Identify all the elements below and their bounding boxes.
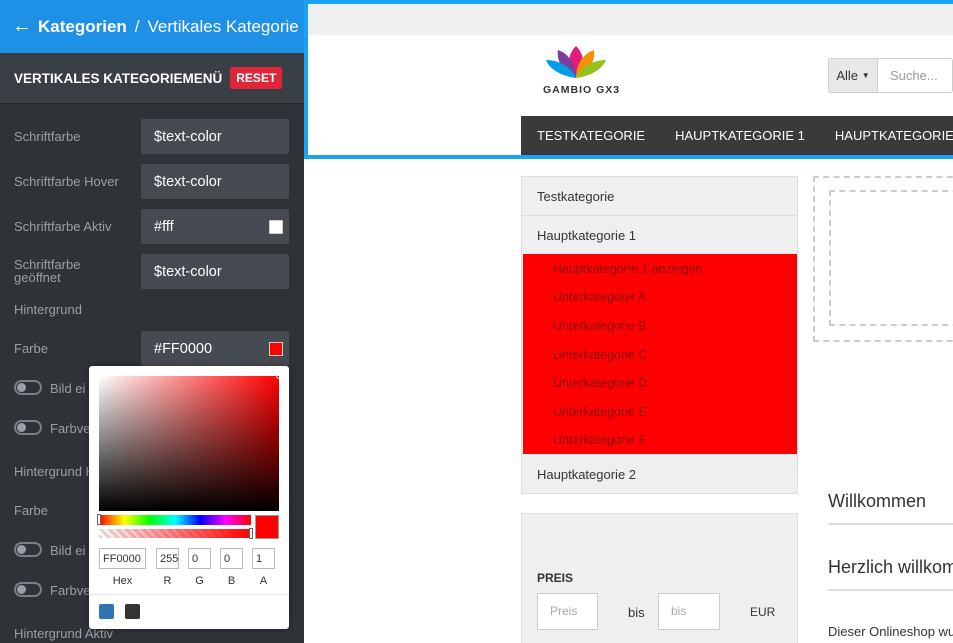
font-color-active-label: Schriftfarbe Aktiv	[14, 219, 112, 234]
font-color-open-value: $text-color	[154, 263, 222, 280]
preview-highlight-frame	[304, 0, 953, 159]
alpha-slider[interactable]	[99, 528, 253, 539]
g-label: G	[195, 575, 204, 587]
color-value: #FF0000	[154, 340, 213, 357]
category-hauptkategorie-2[interactable]: Hauptkategorie 2	[522, 455, 797, 494]
g-input[interactable]	[188, 548, 211, 569]
placeholder-box-inner	[829, 190, 953, 326]
subcategory-item[interactable]: Unterkategorie B	[553, 319, 647, 333]
font-color-hover-label: Schriftfarbe Hover	[14, 174, 119, 189]
r-input[interactable]	[156, 548, 179, 569]
font-color-label: Schriftfarbe	[14, 129, 81, 144]
reset-button[interactable]: RESET	[230, 67, 283, 89]
welcome-text: Dieser Onlineshop wu	[828, 624, 953, 639]
b-input[interactable]	[220, 548, 243, 569]
subcategory-item[interactable]: Unterkategorie F	[553, 433, 646, 447]
section-title: VERTIKALES KATEGORIEMENÜ	[14, 70, 223, 86]
color-hover-label: Farbe	[14, 503, 48, 518]
breadcrumb-separator: /	[134, 16, 140, 36]
price-to-input[interactable]: bis	[658, 593, 720, 630]
subcategory-panel: Hauptkategorie 1 anzeigen Unterkategorie…	[523, 254, 797, 454]
price-heading: PREIS	[537, 571, 574, 585]
font-color-hover-value: $text-color	[154, 173, 222, 190]
price-from-input[interactable]: Preis	[537, 593, 598, 630]
font-color-active-swatch[interactable]	[269, 219, 283, 234]
hex-label: Hex	[112, 575, 133, 587]
gradient-toggle-label: Farbve	[50, 421, 91, 436]
subcategory-item[interactable]: Unterkategorie A	[553, 290, 646, 304]
image-toggle[interactable]	[14, 380, 42, 395]
gradient-toggle[interactable]	[14, 420, 42, 435]
hue-slider[interactable]	[97, 514, 251, 525]
currency-label: EUR	[750, 605, 776, 619]
subcategory-item[interactable]: Unterkategorie C	[553, 348, 648, 362]
font-color-active-value: #fff	[154, 218, 174, 235]
font-color-open-label-2: geöffnet	[14, 270, 61, 285]
price-bis-label: bis	[628, 605, 645, 620]
font-color-input[interactable]: $text-color	[141, 119, 289, 154]
color-preview	[255, 515, 279, 539]
saturation-value-area[interactable]	[99, 373, 282, 511]
preset-swatch-blue[interactable]	[99, 604, 114, 619]
color-label: Farbe	[14, 341, 48, 356]
font-color-hover-input[interactable]: $text-color	[141, 164, 289, 199]
sv-cursor[interactable]	[276, 373, 282, 379]
color-swatch[interactable]	[269, 341, 283, 356]
category-testkategorie[interactable]: Testkategorie	[522, 177, 797, 216]
arrow-left-icon[interactable]: ←	[12, 15, 32, 38]
section-header: VERTIKALES KATEGORIEMENÜ RESET	[0, 53, 304, 104]
picker-divider	[89, 594, 289, 595]
hex-input[interactable]	[99, 548, 146, 569]
gradient-hover-toggle[interactable]	[14, 582, 42, 597]
a-input[interactable]	[252, 548, 275, 569]
color-picker-popup: Hex R G B A	[89, 366, 289, 629]
subcategory-item[interactable]: Hauptkategorie 1 anzeigen	[553, 262, 702, 276]
welcome-heading: Willkommen	[828, 491, 927, 511]
image-toggle-label: Bild ei	[50, 381, 86, 396]
subcategory-item[interactable]: Unterkategorie D	[553, 376, 648, 390]
alpha-handle[interactable]	[249, 528, 253, 539]
color-input[interactable]: #FF0000	[141, 331, 289, 366]
category-hauptkategorie-1[interactable]: Hauptkategorie 1	[522, 216, 797, 255]
background-heading: Hintergrund	[14, 302, 82, 317]
subcategory-item[interactable]: Unterkategorie E	[553, 405, 647, 419]
divider	[828, 589, 953, 591]
divider	[828, 523, 953, 525]
vertical-category-menu: Testkategorie Hauptkategorie 1 Hauptkate…	[521, 176, 798, 494]
shop-preview: GAMBIO GX3 Alle ▼ Suche... TESTKATEGORIE…	[304, 0, 953, 643]
a-label: A	[259, 575, 268, 587]
welcome-subheading: Herzlich willkom	[828, 557, 953, 577]
font-color-value: $text-color	[154, 128, 222, 145]
breadcrumb-kategorien[interactable]: Kategorien	[38, 17, 127, 37]
gradient-hover-toggle-label: Farbve	[50, 583, 91, 598]
price-filter: PREIS Preis bis bis EUR	[521, 513, 798, 643]
image-hover-toggle-label: Bild ei	[50, 543, 86, 558]
font-color-active-input[interactable]: #fff	[141, 209, 289, 244]
image-hover-toggle[interactable]	[14, 542, 42, 557]
preset-swatch-dark[interactable]	[125, 604, 140, 619]
hue-handle[interactable]	[97, 514, 101, 525]
background-hover-heading: Hintergrund H	[14, 464, 95, 479]
breadcrumb: ← Kategorien / Vertikales Kategorie	[0, 0, 304, 53]
b-label: B	[227, 575, 236, 587]
r-label: R	[163, 575, 172, 587]
font-color-open-input[interactable]: $text-color	[141, 254, 289, 289]
breadcrumb-current: Vertikales Kategorie	[147, 16, 299, 36]
